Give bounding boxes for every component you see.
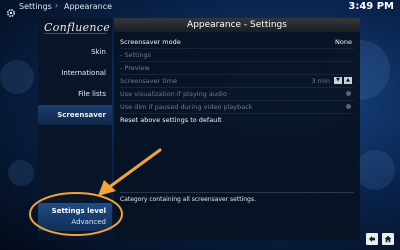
annotation-arrow-shaft	[106, 148, 162, 190]
highlight-ellipse	[29, 192, 123, 236]
annotation-overlay	[29, 148, 162, 236]
